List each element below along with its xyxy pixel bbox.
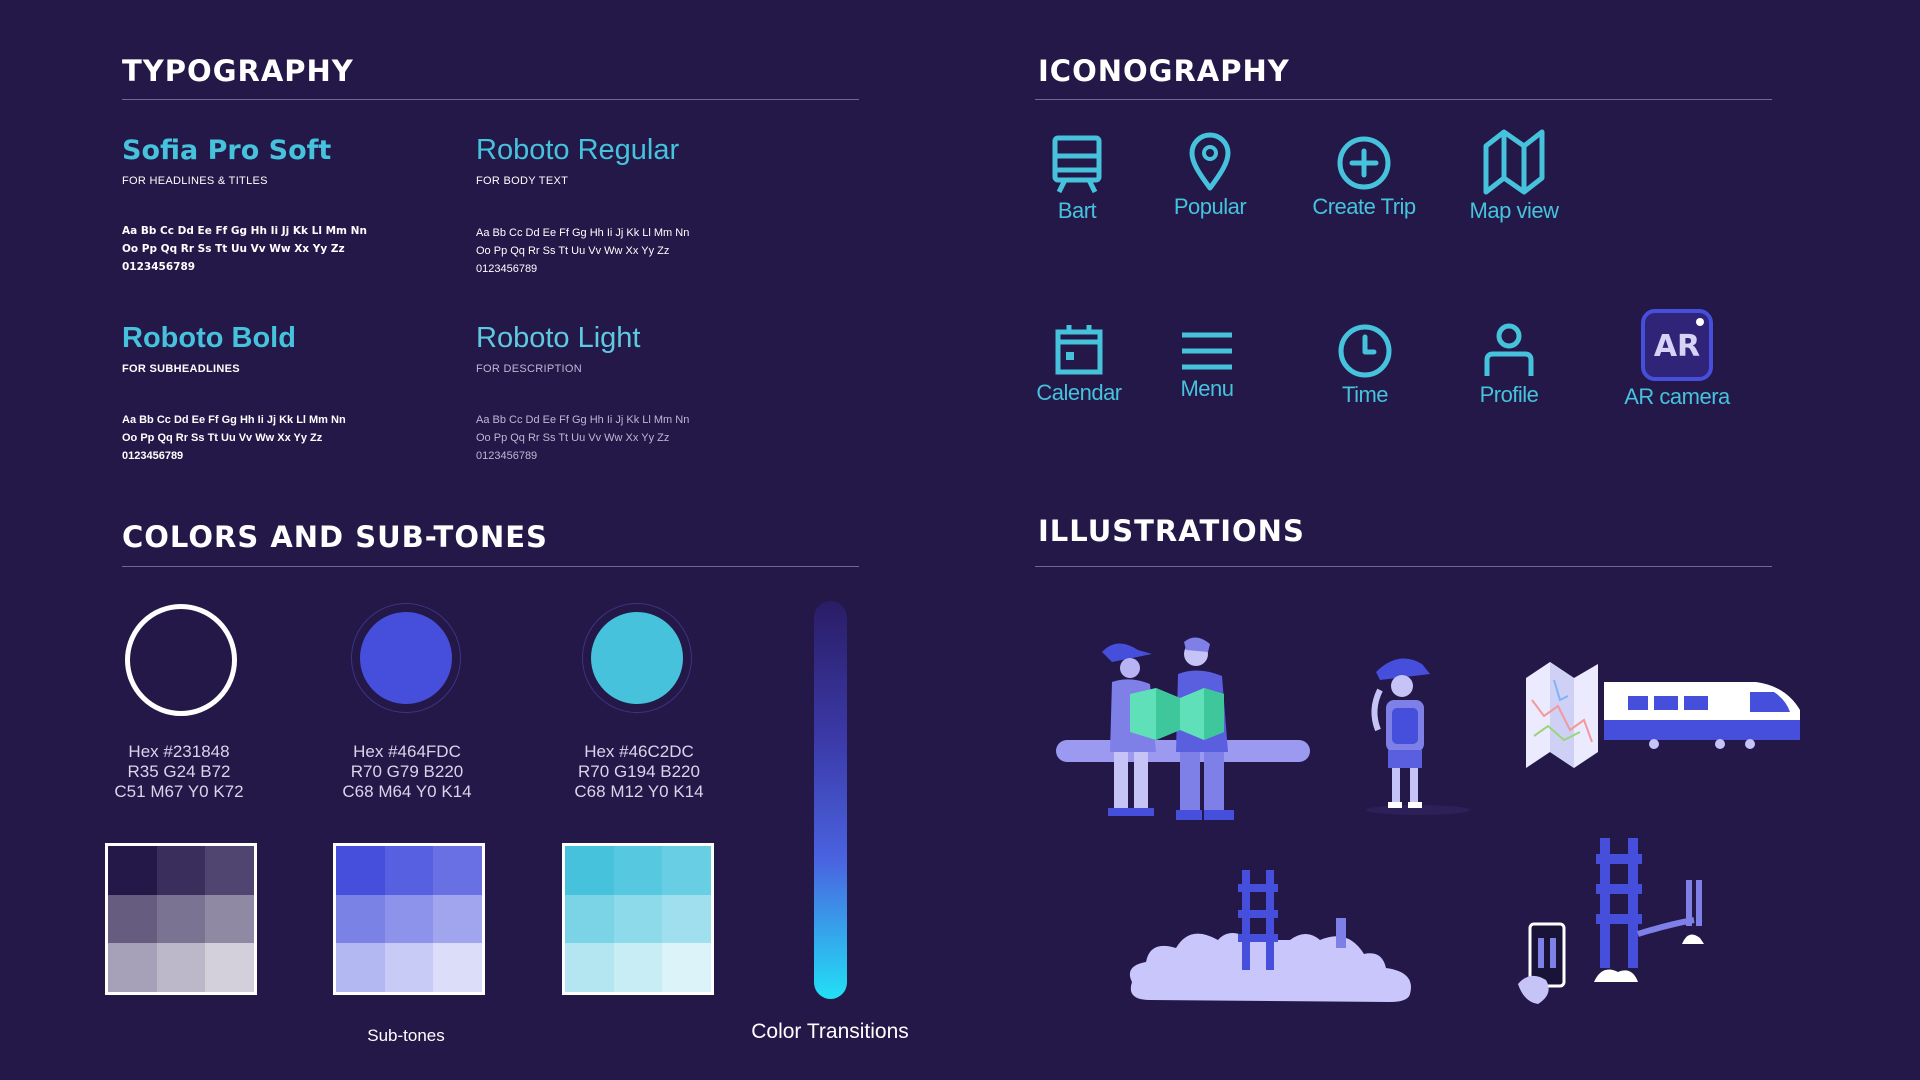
icon-item-create-trip: Create Trip bbox=[1294, 134, 1434, 220]
sample-line-3: 0123456789 bbox=[476, 450, 538, 462]
icon-label-profile: Profile bbox=[1479, 382, 1539, 407]
iconography-title: ICONOGRAPHY bbox=[1038, 54, 1290, 88]
font-use-roboto-regular: FOR BODY TEXT bbox=[476, 175, 569, 187]
sample-line-2: Oo Pp Qq Rr Ss Tt Uu Vv Ww Xx Yy Zz bbox=[476, 432, 670, 444]
sample-line-3: 0123456789 bbox=[122, 450, 184, 462]
icon-label-create-trip: Create Trip bbox=[1312, 194, 1416, 219]
icon-item-ar-camera: AR AR camera bbox=[1607, 308, 1747, 410]
location-pin-icon bbox=[1189, 132, 1231, 191]
color-info-blue: Hex #464FDC R70 G79 B220 C68 M64 Y0 K14 bbox=[297, 742, 517, 802]
map-icon bbox=[1483, 129, 1545, 195]
traveler-girl-illustration bbox=[1366, 658, 1470, 815]
font-use-sofia: FOR HEADLINES & TITLES bbox=[122, 175, 268, 187]
sample-line-1: Aa Bb Cc Dd Ee Ff Gg Hh Ii Jj Kk Ll Mm N… bbox=[122, 414, 346, 426]
icon-label-popular: Popular bbox=[1173, 194, 1247, 219]
colors-divider bbox=[122, 566, 859, 567]
subtone-grid-primary bbox=[105, 843, 257, 995]
icon-label-bart: Bart bbox=[1057, 198, 1097, 223]
color-swatch-primary bbox=[125, 604, 237, 716]
ar-camera-icon: AR bbox=[1641, 309, 1713, 381]
icon-item-menu: Menu bbox=[1137, 330, 1277, 402]
icon-label-calendar: Calendar bbox=[1036, 380, 1122, 405]
color-swatch-blue bbox=[360, 612, 452, 704]
icon-item-bart: Bart bbox=[1007, 134, 1147, 224]
sample-line-3: 0123456789 bbox=[476, 263, 538, 275]
sample-line-2: Oo Pp Qq Rr Ss Tt Uu Vv Ww Xx Yy Zz bbox=[476, 245, 670, 257]
color-info-cyan: Hex #46C2DC R70 G194 B220 C68 M12 Y0 K14 bbox=[529, 742, 749, 802]
illustrations-divider bbox=[1035, 566, 1772, 567]
plus-circle-icon bbox=[1337, 136, 1391, 190]
icon-item-profile: Profile bbox=[1439, 322, 1579, 408]
calendar-icon bbox=[1055, 325, 1103, 375]
color-rgb: R70 G194 B220 bbox=[578, 762, 700, 781]
sample-line-1: Aa Bb Cc Dd Ee Ff Gg Hh Ii Jj Kk Ll Mm N… bbox=[476, 414, 690, 426]
color-info-primary: Hex #231848 R35 G24 B72 C51 M67 Y0 K72 bbox=[69, 742, 289, 802]
font-use-roboto-bold: FOR SUBHEADLINES bbox=[122, 363, 240, 375]
font-use-roboto-light: FOR DESCRIPTION bbox=[476, 363, 582, 375]
ar-badge-text: AR bbox=[1654, 329, 1700, 364]
font-name-sofia: Sofia Pro Soft bbox=[122, 135, 332, 166]
icon-label-map-view: Map view bbox=[1469, 198, 1559, 223]
icon-item-popular: Popular bbox=[1140, 132, 1280, 220]
font-sample-roboto-bold: Aa Bb Cc Dd Ee Ff Gg Hh Ii Jj Kk Ll Mm N… bbox=[122, 411, 346, 465]
font-name-roboto-bold: Roboto Bold bbox=[122, 322, 296, 354]
bridge-in-clouds-illustration bbox=[1129, 870, 1411, 1002]
color-swatch-cyan bbox=[591, 612, 683, 704]
color-transitions-caption: Color Transitions bbox=[751, 1020, 909, 1043]
icon-label-ar-camera: AR camera bbox=[1624, 384, 1730, 409]
font-name-roboto-regular: Roboto Regular bbox=[476, 134, 680, 166]
profile-icon bbox=[1484, 323, 1534, 376]
subtone-grid-blue bbox=[333, 843, 485, 995]
color-hex: Hex #231848 bbox=[128, 742, 230, 761]
sample-line-1: Aa Bb Cc Dd Ee Ff Gg Hh Ii Jj Kk Ll Mm N… bbox=[122, 225, 367, 237]
sample-line-2: Oo Pp Qq Rr Ss Tt Uu Vv Ww Xx Yy Zz bbox=[122, 243, 345, 255]
color-rgb: R70 G79 B220 bbox=[350, 762, 464, 781]
sample-line-1: Aa Bb Cc Dd Ee Ff Gg Hh Ii Jj Kk Ll Mm N… bbox=[476, 227, 690, 239]
ar-phone-bridge-illustration bbox=[1518, 838, 1704, 1004]
icon-label-time: Time bbox=[1341, 382, 1389, 407]
icon-item-time: Time bbox=[1295, 322, 1435, 408]
icon-item-calendar: Calendar bbox=[1009, 322, 1149, 406]
subtones-caption: Sub-tones bbox=[367, 1026, 445, 1045]
icon-item-map-view: Map view bbox=[1444, 128, 1584, 224]
font-name-roboto-light: Roboto Light bbox=[476, 322, 641, 354]
sample-line-2: Oo Pp Qq Rr Ss Tt Uu Vv Ww Xx Yy Zz bbox=[122, 432, 323, 444]
color-rgb: R35 G24 B72 bbox=[127, 762, 231, 781]
typography-divider bbox=[122, 99, 859, 100]
color-hex: Hex #464FDC bbox=[353, 742, 461, 761]
color-hex: Hex #46C2DC bbox=[584, 742, 694, 761]
color-transition-bar bbox=[814, 601, 847, 999]
train-icon bbox=[1052, 135, 1102, 194]
color-cmyk: C68 M64 Y0 K14 bbox=[342, 782, 472, 801]
subtone-grid-cyan bbox=[562, 843, 714, 995]
map-and-train-illustration bbox=[1526, 662, 1800, 768]
iconography-divider bbox=[1035, 99, 1772, 100]
menu-icon bbox=[1182, 332, 1232, 370]
typography-title: TYPOGRAPHY bbox=[122, 54, 354, 88]
font-sample-roboto-regular: Aa Bb Cc Dd Ee Ff Gg Hh Ii Jj Kk Ll Mm N… bbox=[476, 224, 689, 278]
icon-label-menu: Menu bbox=[1180, 376, 1234, 401]
illustrations-title: ILLUSTRATIONS bbox=[1038, 514, 1305, 548]
font-sample-sofia: Aa Bb Cc Dd Ee Ff Gg Hh Ii Jj Kk Ll Mm N… bbox=[122, 222, 367, 276]
sample-line-3: 0123456789 bbox=[122, 261, 196, 273]
clock-icon bbox=[1338, 324, 1392, 378]
color-cmyk: C68 M12 Y0 K14 bbox=[574, 782, 704, 801]
couple-with-map-illustration bbox=[1056, 637, 1310, 820]
color-cmyk: C51 M67 Y0 K72 bbox=[114, 782, 244, 801]
font-sample-roboto-light: Aa Bb Cc Dd Ee Ff Gg Hh Ii Jj Kk Ll Mm N… bbox=[476, 411, 689, 465]
colors-title: COLORS AND SUB-TONES bbox=[122, 520, 548, 554]
